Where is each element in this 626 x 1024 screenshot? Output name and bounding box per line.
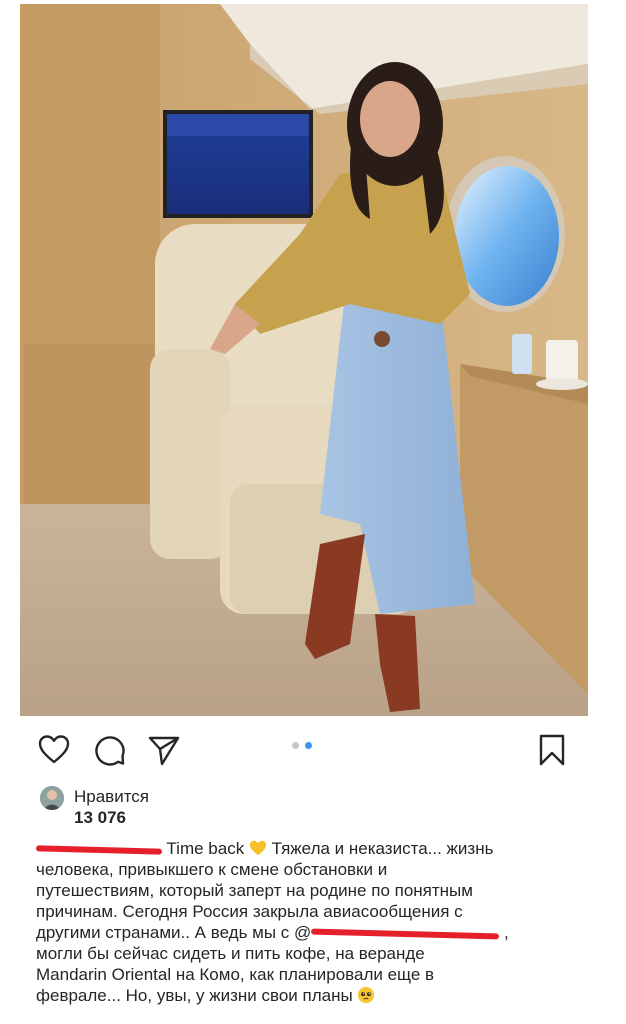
pleading-face-icon [358,986,375,1004]
caption-line-5: другими странами.. А ведь мы с @ , [36,922,576,943]
caption-text: феврале... Но, увы, у жизни свои планы [36,986,353,1005]
carousel-dot-active[interactable] [305,742,312,749]
caption-text: Time back [166,839,245,858]
paper-plane-icon[interactable] [146,732,182,768]
post-photo[interactable] [20,4,588,716]
redacted-mention [311,928,500,939]
likes-count[interactable]: 13 076 [74,808,126,828]
caption-line-1: Time back Тяжела и неказиста... жизнь [35,838,576,859]
caption-line-3: путешествиям, который заперт на родине п… [36,881,473,900]
caption-text: другими странами.. А ведь мы с @ [36,923,312,942]
post-action-bar [20,724,588,772]
caption-line-2: человека, привыкшего к смене обстановки … [36,860,388,879]
heart-icon[interactable] [36,732,72,768]
caption-text: , [504,923,509,942]
caption-text: Тяжела и неказиста... жизнь [271,839,494,858]
bookmark-icon[interactable] [534,732,570,768]
avatar[interactable] [40,786,64,810]
redacted-username [35,844,163,855]
comment-icon[interactable] [92,732,128,768]
caption-line-4: причинам. Сегодня Россия закрыла авиасоо… [36,902,463,921]
caption-line-8: феврале... Но, увы, у жизни свои планы [36,985,576,1006]
likes-label[interactable]: Нравится [74,787,149,807]
caption-line-6: могли бы сейчас сидеть и пить кофе, на в… [36,944,425,963]
post-caption: Time back Тяжела и неказиста... жизнь че… [35,838,576,1006]
post-photo-illustration [20,4,588,716]
yellow-heart-icon [249,840,267,856]
carousel-dot[interactable] [292,742,299,749]
caption-line-7: Mandarin Oriental на Комо, как планирова… [36,965,435,984]
carousel-indicator [292,742,312,749]
